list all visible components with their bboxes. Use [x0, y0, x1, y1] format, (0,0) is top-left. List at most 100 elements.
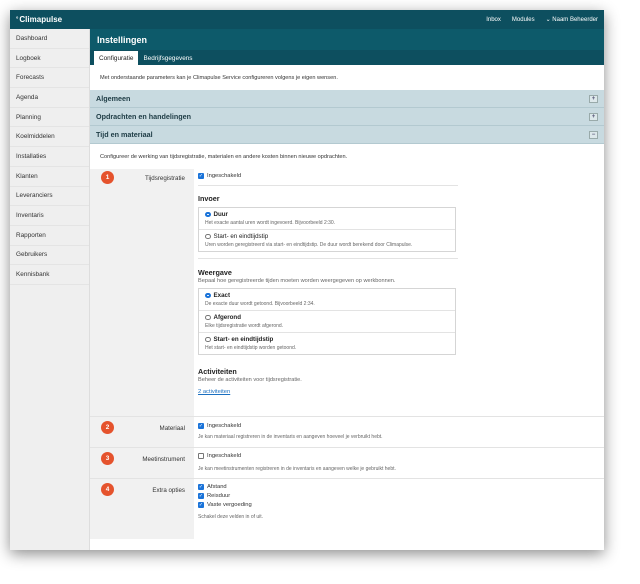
- setting-content: Ingeschakeld Je kan meetinstrumenten reg…: [194, 448, 604, 478]
- sidebar-item-logboek[interactable]: Logboek: [10, 49, 89, 69]
- radio-icon: [205, 336, 211, 343]
- section-tijd-en-materiaal[interactable]: Tijd en materiaal −: [90, 126, 604, 144]
- vaste-vergoeding-checkbox[interactable]: ✓ Vaste vergoeding: [198, 502, 252, 508]
- section-title: Tijd en materiaal: [96, 130, 153, 139]
- sidebar: Dashboard Logboek Forecasts Agenda Plann…: [10, 29, 90, 550]
- afstand-checkbox[interactable]: ✓ Afstand: [198, 484, 227, 490]
- activiteiten-subtitle: Beheer de activiteiten voor tijdsregistr…: [198, 377, 302, 383]
- app-window: ° Climapulse Inbox Modules ⌄ Naam Beheerd…: [10, 10, 604, 550]
- step-badge: 2: [101, 421, 114, 434]
- tab-bedrijfsgegevens[interactable]: Bedrijfsgegevens: [138, 51, 197, 65]
- label-column: 1 Tijdsregistratie: [90, 169, 194, 416]
- activiteiten-title: Activiteiten: [198, 367, 237, 376]
- expand-icon[interactable]: +: [589, 112, 598, 121]
- sidebar-item-gebruikers[interactable]: Gebruikers: [10, 246, 89, 266]
- nav-modules[interactable]: Modules: [512, 17, 535, 23]
- section-opdrachten[interactable]: Opdrachten en handelingen +: [90, 108, 604, 126]
- setting-label: Extra opties: [152, 487, 185, 494]
- option-title: Start- en eindtijdstip: [213, 336, 274, 343]
- invoer-options: Duur Het exacte aantal uren wordt ingevo…: [198, 207, 456, 252]
- top-nav: Inbox Modules ⌄ Naam Beheerder: [486, 16, 598, 24]
- step-badge: 4: [101, 483, 114, 496]
- setting-row-tijdsregistratie: 1 Tijdsregistratie ✓ Ingeschakeld Invoer …: [90, 169, 604, 416]
- radio-icon: [205, 314, 211, 321]
- option-title: Exact: [213, 292, 231, 299]
- brand-name: Climapulse: [19, 15, 63, 24]
- setting-label: Meetinstrument: [142, 456, 185, 463]
- setting-row-extra-opties: 4 Extra opties ✓ Afstand ✓ Reisduur ✓ Vaste…: [90, 479, 604, 539]
- nav-user-menu[interactable]: ⌄ Naam Beheerder: [546, 16, 598, 23]
- section-algemeen[interactable]: Algemeen +: [90, 90, 604, 108]
- section-intro: Configureer de werking van tijdsregistra…: [100, 153, 348, 160]
- option-desc: Het exacte aantal uren wordt ingevoerd. …: [205, 220, 336, 226]
- sidebar-item-forecasts[interactable]: Forecasts: [10, 68, 89, 89]
- expand-icon[interactable]: +: [589, 94, 598, 103]
- sidebar-item-inventaris[interactable]: Inventaris: [10, 206, 89, 226]
- sidebar-item-dashboard[interactable]: Dashboard: [10, 29, 89, 49]
- materiaal-checkbox[interactable]: ✓ Ingeschakeld: [198, 423, 241, 429]
- sidebar-item-koelmiddelen[interactable]: Koelmiddelen: [10, 127, 89, 148]
- checkbox-checked-icon: ✓: [198, 493, 204, 499]
- brand-logo[interactable]: ° Climapulse: [16, 15, 62, 24]
- setting-content: ✓ Ingeschakeld Invoer Duur Het exacte aan…: [194, 169, 604, 416]
- top-bar: ° Climapulse Inbox Modules ⌄ Naam Beheerd…: [10, 10, 604, 29]
- tab-bar: Configuratie Bedrijfsgegevens: [90, 50, 604, 65]
- label-column: 2 Materiaal: [90, 417, 194, 447]
- sidebar-item-agenda[interactable]: Agenda: [10, 88, 89, 108]
- nav-inbox[interactable]: Inbox: [486, 17, 501, 23]
- checkbox-checked-icon: ✓: [198, 423, 204, 429]
- sidebar-item-klanten[interactable]: Klanten: [10, 167, 89, 187]
- tab-configuratie[interactable]: Configuratie: [94, 51, 139, 65]
- checkbox-label: Vaste vergoeding: [207, 502, 252, 508]
- option-desc: Uren worden geregistreerd via start- en …: [205, 242, 413, 248]
- checkbox-checked-icon: ✓: [198, 484, 204, 490]
- setting-hint: Schakel deze velden in of uit.: [198, 514, 264, 520]
- sidebar-item-leveranciers[interactable]: Leveranciers: [10, 187, 89, 207]
- sidebar-item-planning[interactable]: Planning: [10, 108, 89, 128]
- setting-content: ✓ Afstand ✓ Reisduur ✓ Vaste vergoeding Sch…: [194, 479, 604, 539]
- weergave-options: Exact De exacte duur wordt getoond. Bijv…: [198, 288, 456, 355]
- page-intro: Met onderstaande parameters kan je Clima…: [100, 74, 338, 81]
- main-content: Instellingen Configuratie Bedrijfsgegeve…: [90, 29, 604, 550]
- section-title: Algemeen: [96, 94, 131, 103]
- option-start-eind[interactable]: Start- en eindtijdstip Uren worden gereg…: [199, 230, 455, 251]
- setting-label: Materiaal: [159, 425, 185, 432]
- label-column: 4 Extra opties: [90, 479, 194, 539]
- collapse-icon[interactable]: −: [589, 130, 598, 139]
- checkbox-label: Reisduur: [207, 493, 231, 499]
- setting-row-meetinstrument: 3 Meetinstrument Ingeschakeld Je kan mee…: [90, 448, 604, 478]
- step-badge: 1: [101, 171, 114, 184]
- option-title: Duur: [213, 211, 228, 218]
- checkbox-checked-icon: ✓: [198, 502, 204, 508]
- checkbox-label: Ingeschakeld: [207, 453, 242, 459]
- meetinstrument-checkbox[interactable]: Ingeschakeld: [198, 453, 241, 459]
- checkbox-empty-icon: [198, 453, 204, 459]
- option-afgerond[interactable]: Afgerond Elke tijdsregistratie wordt afg…: [199, 311, 455, 333]
- weergave-title: Weergave: [198, 268, 232, 277]
- setting-hint: Je kan meetinstrumenten registreren in d…: [198, 466, 396, 472]
- sidebar-item-kennisbank[interactable]: Kennisbank: [10, 265, 89, 285]
- checkbox-label: Afstand: [207, 484, 227, 490]
- option-desc: Het start- en eindtijdstip worden getoon…: [205, 345, 297, 351]
- setting-hint: Je kan materiaal registreren in de inven…: [198, 434, 383, 440]
- option-start-eind-weergave[interactable]: Start- en eindtijdstip Het start- en ein…: [199, 333, 455, 354]
- page-title: Instellingen: [90, 29, 604, 50]
- radio-icon: [205, 233, 211, 240]
- invoer-title: Invoer: [198, 194, 220, 203]
- checkbox-label: Ingeschakeld: [207, 423, 242, 429]
- tijdsregistratie-checkbox[interactable]: ✓ Ingeschakeld: [198, 173, 241, 179]
- option-desc: Elke tijdsregistratie wordt afgerond.: [205, 323, 284, 329]
- checkbox-label: Ingeschakeld: [207, 173, 242, 179]
- sidebar-item-installaties[interactable]: Installaties: [10, 147, 89, 167]
- option-duur[interactable]: Duur Het exacte aantal uren wordt ingevo…: [199, 208, 455, 230]
- label-column: 3 Meetinstrument: [90, 448, 194, 478]
- setting-content: ✓ Ingeschakeld Je kan materiaal registrer…: [194, 417, 604, 447]
- weergave-subtitle: Bepaal hoe geregistreerde tijden moeten …: [198, 278, 396, 284]
- setting-label: Tijdsregistratie: [144, 175, 185, 182]
- section-title: Opdrachten en handelingen: [96, 112, 192, 121]
- sidebar-item-rapporten[interactable]: Rapporten: [10, 226, 89, 246]
- option-exact[interactable]: Exact De exacte duur wordt getoond. Bijv…: [199, 289, 455, 311]
- reisduur-checkbox[interactable]: ✓ Reisduur: [198, 493, 230, 499]
- activiteiten-link[interactable]: 2 activiteiten: [198, 389, 230, 395]
- radio-selected-icon: [205, 211, 211, 218]
